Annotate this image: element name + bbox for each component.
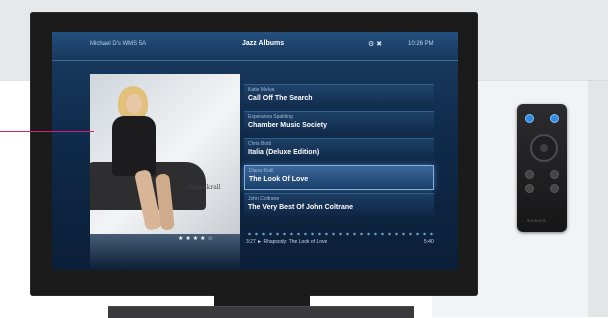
album-reflection	[90, 234, 240, 270]
star-rating[interactable]: ★★★★☆	[178, 235, 215, 242]
remote-button[interactable]	[550, 184, 559, 193]
list-item[interactable]: Chris Botti Italia (Deluxe Edition)	[244, 138, 434, 162]
list-item[interactable]: Esperanza Spalding Chamber Music Society	[244, 111, 434, 135]
list-item[interactable]: Katie Melua Call Off The Search	[244, 84, 434, 108]
track-duration: 5:40	[424, 239, 434, 245]
remote-blue-button-right[interactable]	[550, 114, 559, 123]
list-item-album: Chamber Music Society	[248, 122, 327, 129]
settings-icon[interactable]: ⚙ ✖	[368, 40, 382, 48]
cover-dress	[112, 116, 156, 176]
remote-blue-button-left[interactable]	[525, 114, 534, 123]
list-item-artist: Chris Botti	[248, 141, 272, 147]
remote-ok-button[interactable]	[540, 144, 548, 152]
background-right-edge	[588, 80, 608, 317]
cover-artist-logo: diana krall	[188, 184, 221, 191]
remote-dpad[interactable]	[530, 134, 558, 162]
callout-line	[0, 131, 94, 132]
list-item-album: The Very Best Of John Coltrane	[248, 204, 354, 211]
list-item-album: Call Off The Search	[248, 95, 313, 102]
list-item[interactable]: John Coltrane The Very Best Of John Colt…	[244, 193, 434, 217]
now-playing-track: 3:27 ► Rhapsody: The Look of Love	[246, 239, 328, 245]
remote-button[interactable]	[525, 184, 534, 193]
playback-progress-dots	[246, 232, 436, 236]
clock: 10:26 PM	[408, 41, 434, 47]
list-item-artist: Katie Melua	[248, 87, 275, 93]
list-item-artist: Esperanza Spalding	[248, 114, 293, 120]
remote-control: SONOS	[517, 104, 567, 232]
list-item-selected[interactable]: Diana Krall The Look Of Love	[244, 165, 434, 190]
remote-brand-logo: SONOS	[527, 218, 547, 223]
list-item-artist: John Coltrane	[248, 196, 280, 202]
list-item-artist: Diana Krall	[249, 168, 274, 174]
album-list: Katie Melua Call Off The Search Esperanz…	[244, 84, 434, 220]
list-item-album: The Look Of Love	[249, 176, 309, 183]
remote-button[interactable]	[525, 170, 534, 179]
screen-header: Michael D's WMS 5A Jazz Albums ⚙ ✖ 10:26…	[52, 32, 458, 61]
device-name: Michael D's WMS 5A	[90, 41, 147, 47]
page-title: Jazz Albums	[242, 40, 285, 47]
cover-face	[126, 94, 142, 114]
tv-screen: Michael D's WMS 5A Jazz Albums ⚙ ✖ 10:26…	[52, 32, 458, 270]
remote-button[interactable]	[550, 170, 559, 179]
tv-stand-base	[108, 306, 414, 318]
list-item-album: Italia (Deluxe Edition)	[248, 149, 320, 156]
album-cover: diana krall	[90, 74, 240, 234]
